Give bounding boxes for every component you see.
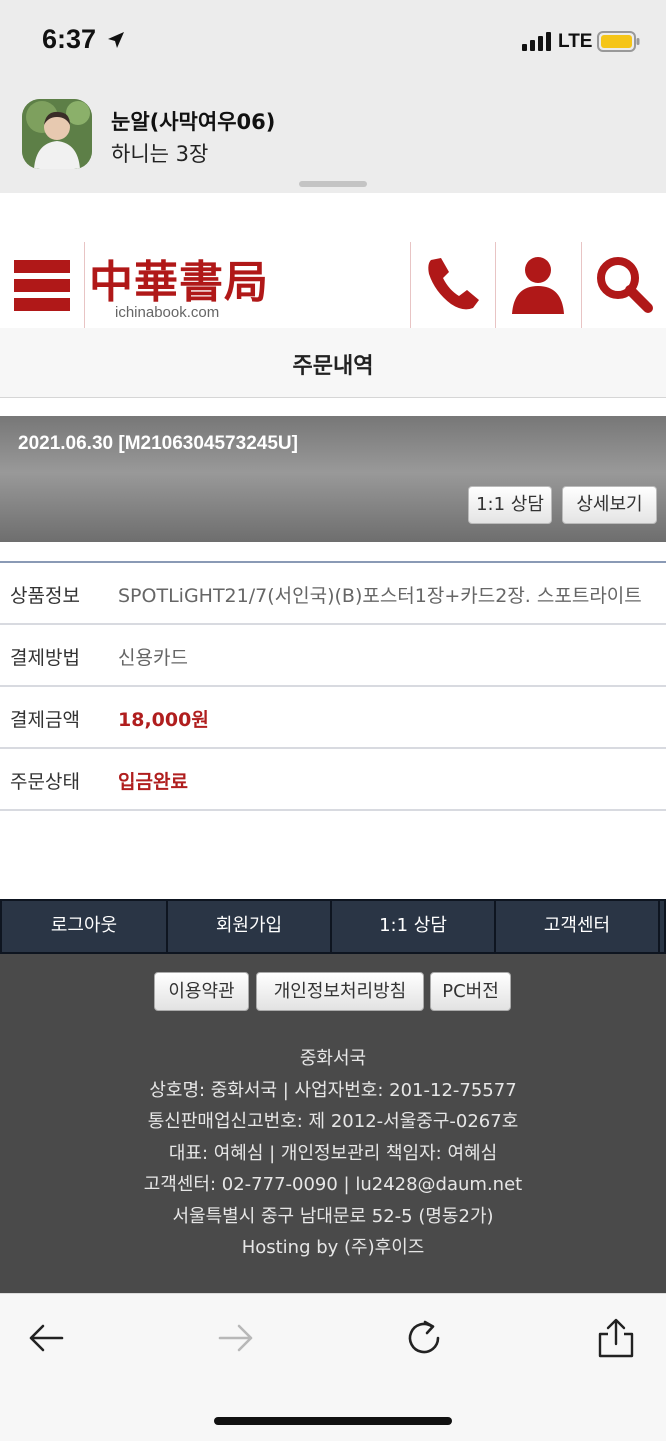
footer-nav: 로그아웃 회원가입 1:1 상담 고객센터 [0, 899, 666, 954]
user-icon [512, 257, 564, 314]
hosting-info: Hosting by (주)후이즈 [241, 1237, 425, 1258]
order-info-table: 상품정보 SPOTLiGHT21/7(서인국)(B)포스터1장+카드2장. 스포… [0, 561, 666, 811]
one-to-one-chat-link[interactable]: 1:1 상담 [332, 901, 496, 952]
view-details-button[interactable]: 상세보기 [562, 486, 657, 524]
customer-center-link[interactable]: 고객센터 [496, 901, 660, 952]
site-footer: 이용약관 개인정보처리방침 PC버전 중화서국 상호명: 중화서국 | 사업자번… [0, 954, 666, 1293]
company-name: 중화서국 [299, 1048, 367, 1069]
share-icon[interactable] [596, 1318, 636, 1358]
site-header: 中華書局 ichinabook.com [0, 242, 666, 328]
representative: 대표: 여혜심 | 개인정보관리 책임자: 여혜심 [168, 1142, 498, 1164]
search-icon [597, 257, 653, 313]
page-title: 주문내역 [292, 354, 374, 379]
notification-sender: 눈알(사막여우06) [111, 110, 276, 134]
one-to-one-chat-button[interactable]: 1:1 상담 [468, 486, 552, 524]
table-row: 상품정보 SPOTLiGHT21/7(서인국)(B)포스터1장+카드2장. 스포… [0, 563, 666, 625]
phone-icon [428, 258, 479, 310]
order-status-value: 입금완료 [118, 771, 188, 793]
signup-link[interactable]: 회원가입 [168, 901, 332, 952]
mail-order-registration: 통신판매업신고번호: 제 2012-서울중구-0267호 [147, 1111, 519, 1132]
back-arrow-icon[interactable] [26, 1318, 66, 1358]
pc-version-button[interactable]: PC버전 [430, 972, 511, 1011]
logo-chinese-text: 中華書局 [89, 257, 269, 308]
hamburger-menu-icon[interactable] [14, 258, 70, 313]
network-type: LTE [558, 31, 593, 52]
sender-avatar [22, 99, 92, 169]
notification-handle[interactable] [299, 181, 367, 187]
payment-amount-value: 18,000원 [118, 709, 209, 731]
battery-icon [597, 31, 640, 52]
order-date-number: 2021.06.30 [M2106304573245U] [18, 433, 298, 454]
logo-url-text: ichinabook.com [115, 304, 220, 321]
search-button[interactable] [581, 242, 665, 328]
browser-toolbar [0, 1293, 666, 1441]
product-info-label: 상품정보 [10, 585, 80, 607]
reload-icon[interactable] [405, 1318, 445, 1358]
order-status-label: 주문상태 [10, 771, 80, 793]
forward-arrow-icon[interactable] [216, 1318, 256, 1358]
table-row: 결제방법 신용카드 [0, 625, 666, 687]
signal-bars-icon [522, 32, 551, 51]
table-row: 주문상태 입금완료 [0, 749, 666, 811]
product-info-value: SPOTLiGHT21/7(서인국)(B)포스터1장+카드2장. 스포트라이트 [118, 585, 642, 607]
message-notification[interactable]: 눈알(사막여우06) 하니는 3장 [0, 82, 666, 193]
order-header: 2021.06.30 [M2106304573245U] 1:1 상담 상세보기 [0, 416, 666, 542]
site-logo[interactable]: 中華書局 ichinabook.com [84, 242, 269, 328]
home-indicator[interactable] [214, 1417, 452, 1425]
terms-button[interactable]: 이용약관 [154, 972, 249, 1011]
company-info: 중화서국 상호명: 중화서국 | 사업자번호: 201-12-75577 통신판… [0, 1043, 666, 1264]
customer-contact: 고객센터: 02-777-0090 | lu2428@daum.net [143, 1174, 523, 1195]
payment-amount-label: 결제금액 [10, 709, 80, 731]
notification-message: 하니는 3장 [111, 142, 209, 166]
location-arrow-icon [108, 32, 124, 48]
logout-link[interactable]: 로그아웃 [2, 901, 168, 952]
status-time: 6:37 [42, 24, 97, 54]
member-button[interactable] [495, 242, 579, 328]
status-bar: 6:37 LTE [0, 0, 666, 82]
privacy-policy-button[interactable]: 개인정보처리방침 [256, 972, 424, 1011]
table-row: 결제금액 18,000원 [0, 687, 666, 749]
company-address: 서울특별시 중구 남대문로 52-5 (명동2가) [172, 1205, 494, 1227]
payment-method-label: 결제방법 [10, 647, 80, 669]
business-registration: 상호명: 중화서국 | 사업자번호: 201-12-75577 [149, 1079, 517, 1101]
page-title-bar: 주문내역 [0, 328, 666, 398]
phone-button[interactable] [410, 242, 494, 328]
payment-method-value: 신용카드 [118, 647, 188, 669]
